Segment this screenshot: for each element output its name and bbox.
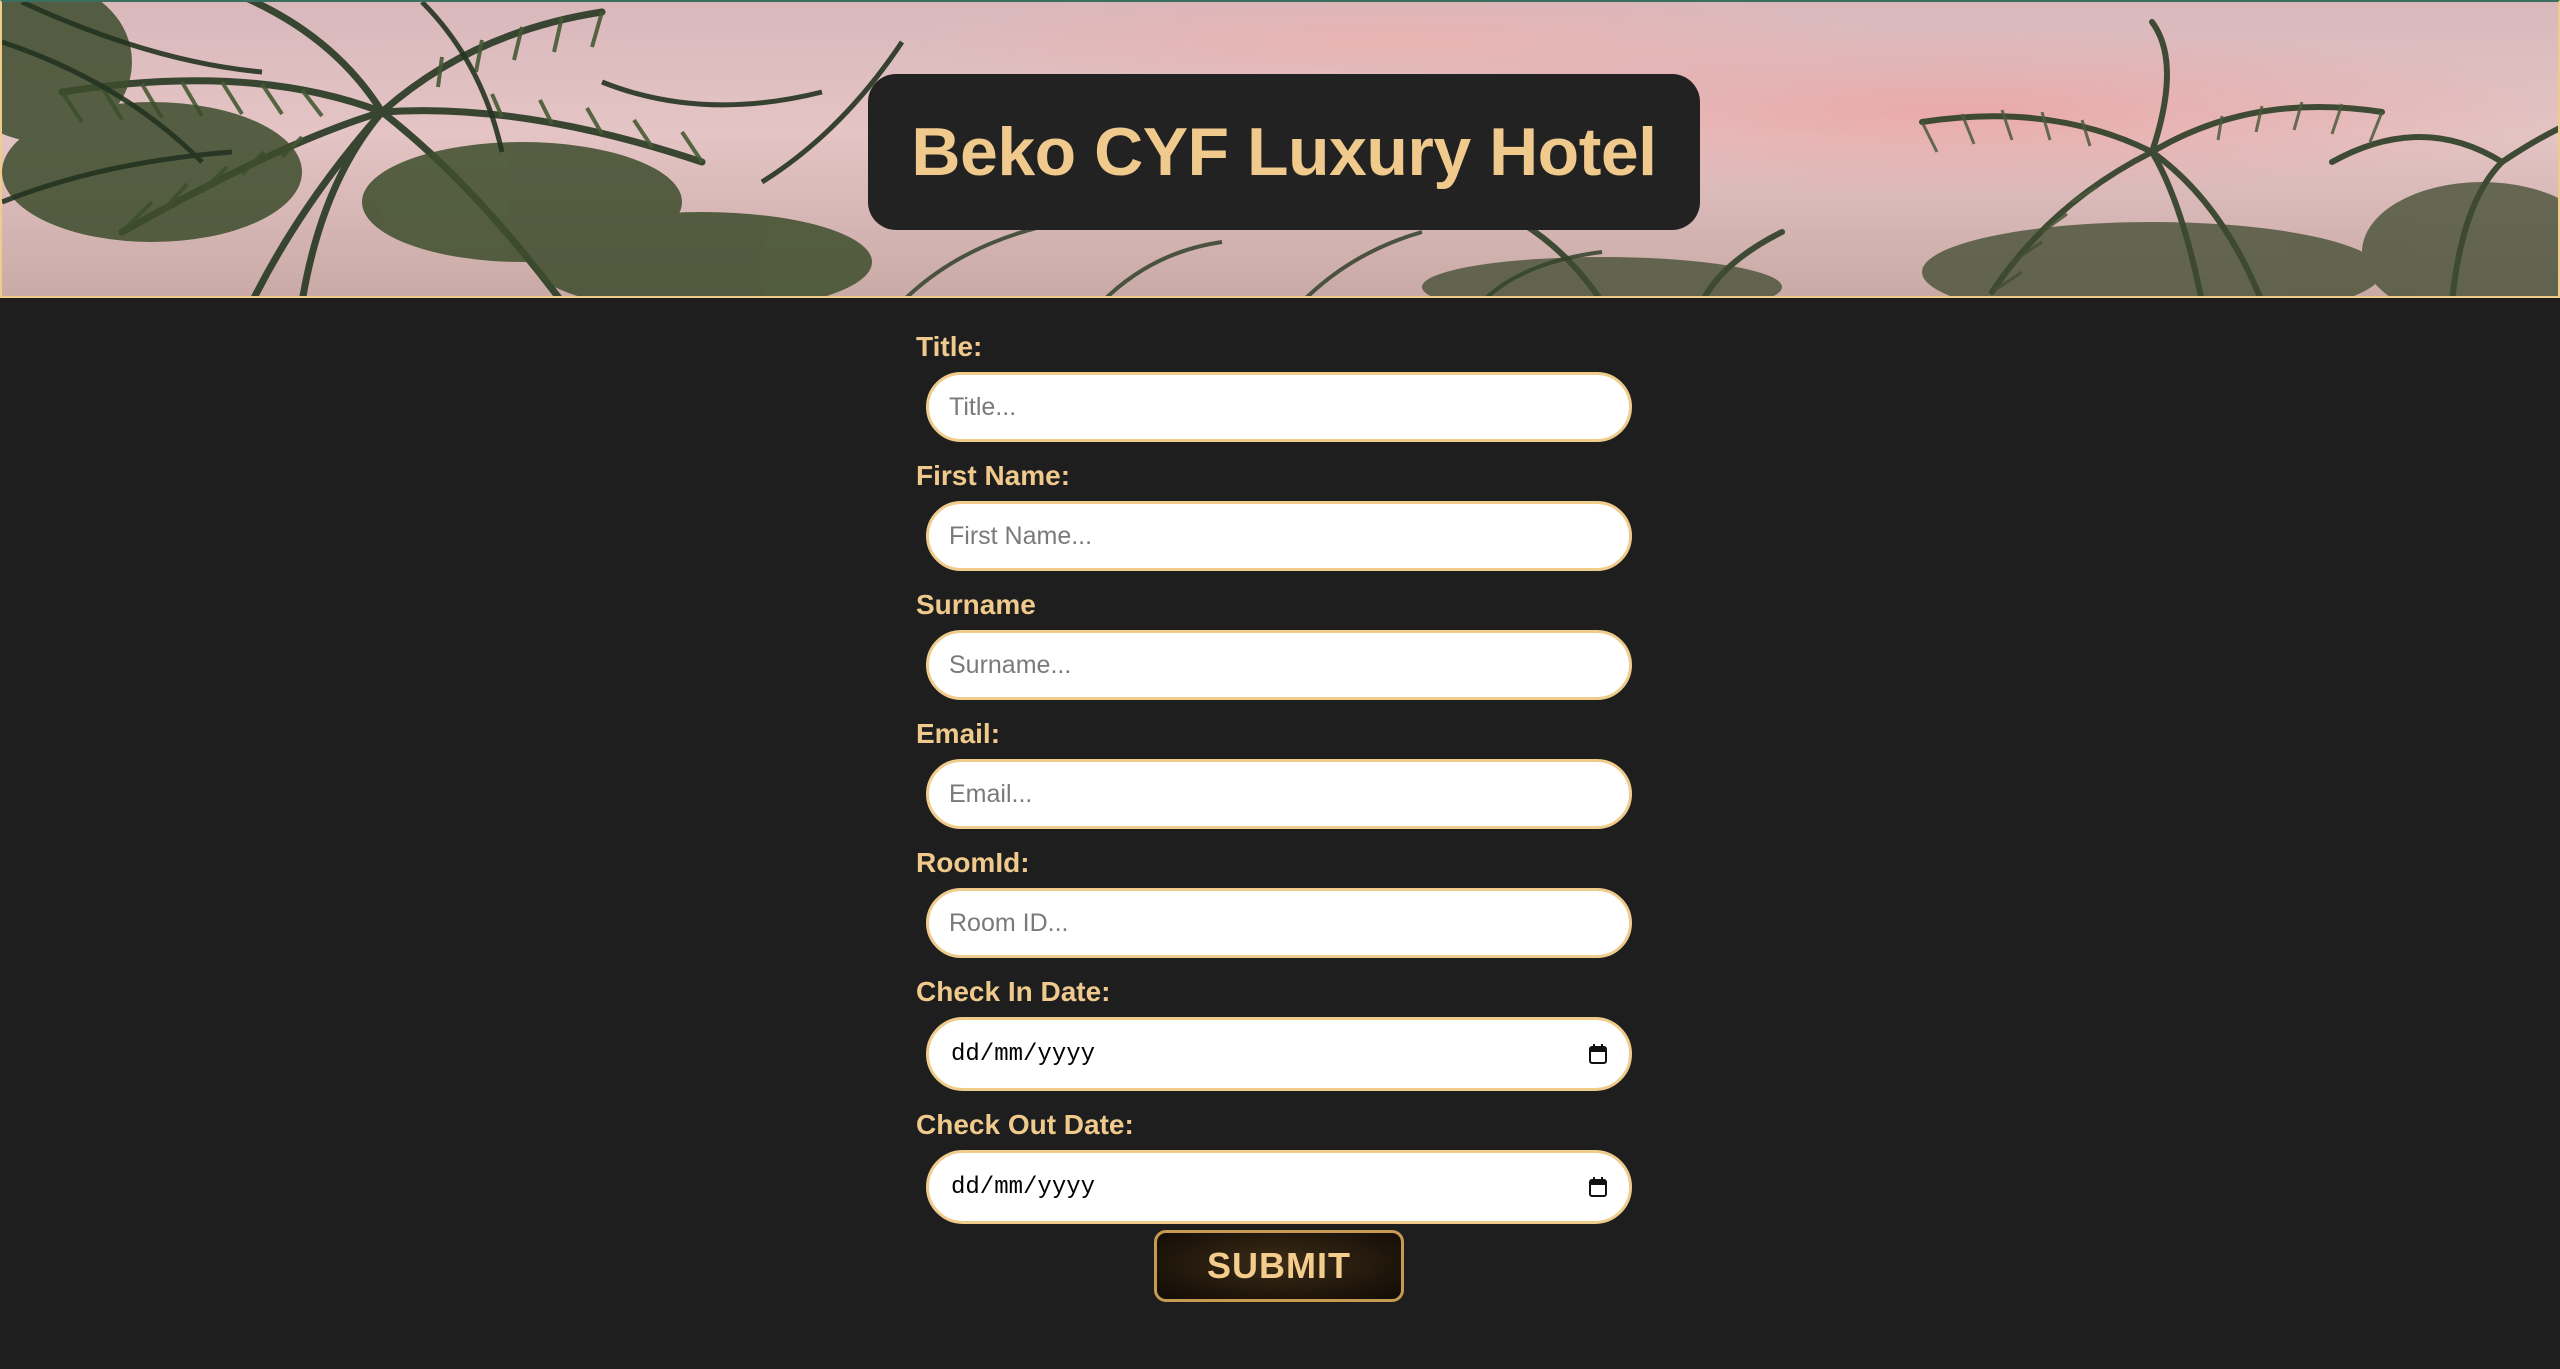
check-out-date-input[interactable]: dd/mm/yyyy: [926, 1150, 1632, 1224]
check-out-date-value: dd/mm/yyyy: [951, 1173, 1096, 1201]
calendar-icon[interactable]: [1589, 1177, 1607, 1197]
email-input[interactable]: [926, 759, 1632, 829]
hotel-title-box: Beko CYF Luxury Hotel: [868, 74, 1700, 230]
room-id-input[interactable]: [926, 888, 1632, 958]
title-label: Title:: [916, 331, 983, 362]
title-input[interactable]: [926, 372, 1632, 442]
first-name-input[interactable]: [926, 501, 1632, 571]
page-title: Beko CYF Luxury Hotel: [911, 114, 1657, 190]
surname-label: Surname: [916, 589, 1036, 620]
submit-button[interactable]: SUBMIT: [1154, 1230, 1404, 1302]
first-name-label: First Name:: [916, 460, 1071, 491]
check-in-label: Check In Date:: [916, 976, 1111, 1007]
hero-banner: Beko CYF Luxury Hotel: [0, 0, 2560, 298]
room-id-label: RoomId:: [916, 847, 1030, 878]
check-out-label: Check Out Date:: [916, 1109, 1134, 1140]
calendar-icon[interactable]: [1589, 1044, 1607, 1064]
check-in-date-value: dd/mm/yyyy: [951, 1040, 1096, 1068]
check-in-date-input[interactable]: dd/mm/yyyy: [926, 1017, 1632, 1091]
email-label: Email:: [916, 718, 1001, 749]
booking-form: Title: First Name: Surname Email: RoomId…: [916, 330, 1636, 1241]
submit-wrapper: SUBMIT: [1154, 1230, 1404, 1302]
surname-input[interactable]: [926, 630, 1632, 700]
